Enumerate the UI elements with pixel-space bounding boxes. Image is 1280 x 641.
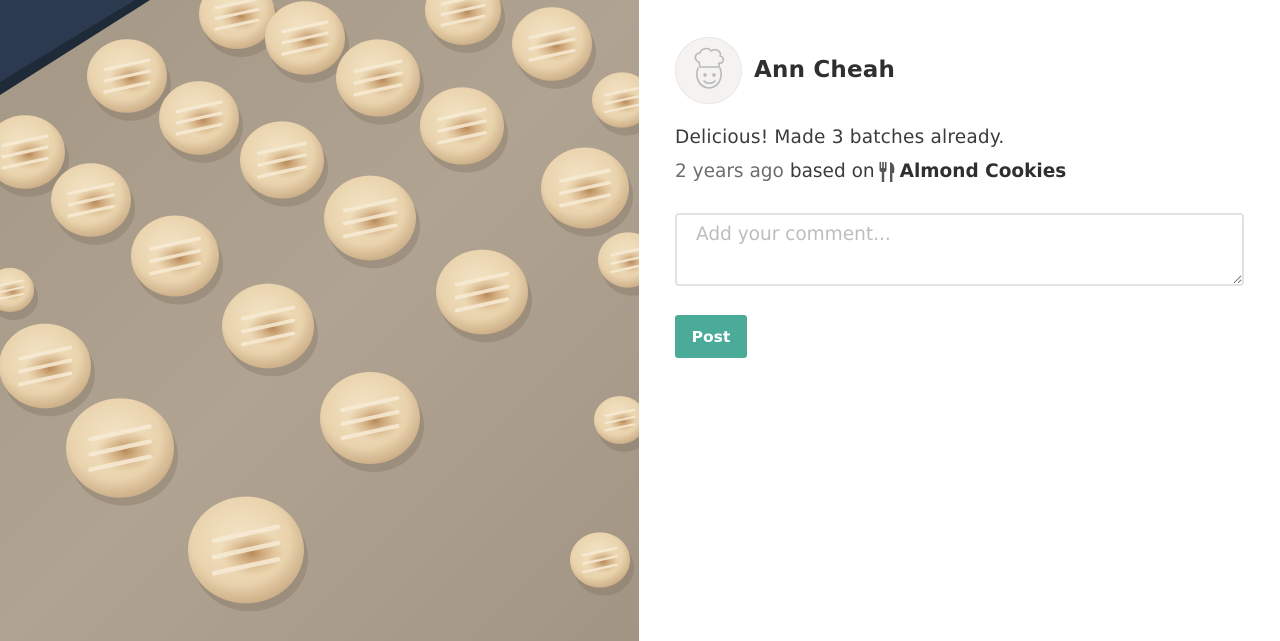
cookies-photo <box>0 0 639 641</box>
review-text: Delicious! Made 3 batches already. <box>675 127 1005 148</box>
author-name[interactable]: Ann Cheah <box>754 57 895 83</box>
review-photo <box>0 0 639 641</box>
chef-avatar-icon[interactable] <box>675 36 742 104</box>
review-detail: Ann Cheah Delicious! Made 3 batches alre… <box>0 0 1280 641</box>
based-on-label: based on <box>789 161 875 182</box>
review-timestamp: 2 years ago <box>675 161 784 182</box>
comment-input[interactable] <box>675 213 1244 286</box>
author-block: Ann Cheah <box>675 36 895 104</box>
post-button[interactable]: Post <box>675 315 747 358</box>
review-panel: Ann Cheah Delicious! Made 3 batches alre… <box>675 0 1244 641</box>
recipe-link[interactable]: Almond Cookies <box>900 161 1067 182</box>
utensils-icon <box>879 161 896 182</box>
review-meta: 2 years ago based on Almond Cookies <box>675 161 1066 182</box>
